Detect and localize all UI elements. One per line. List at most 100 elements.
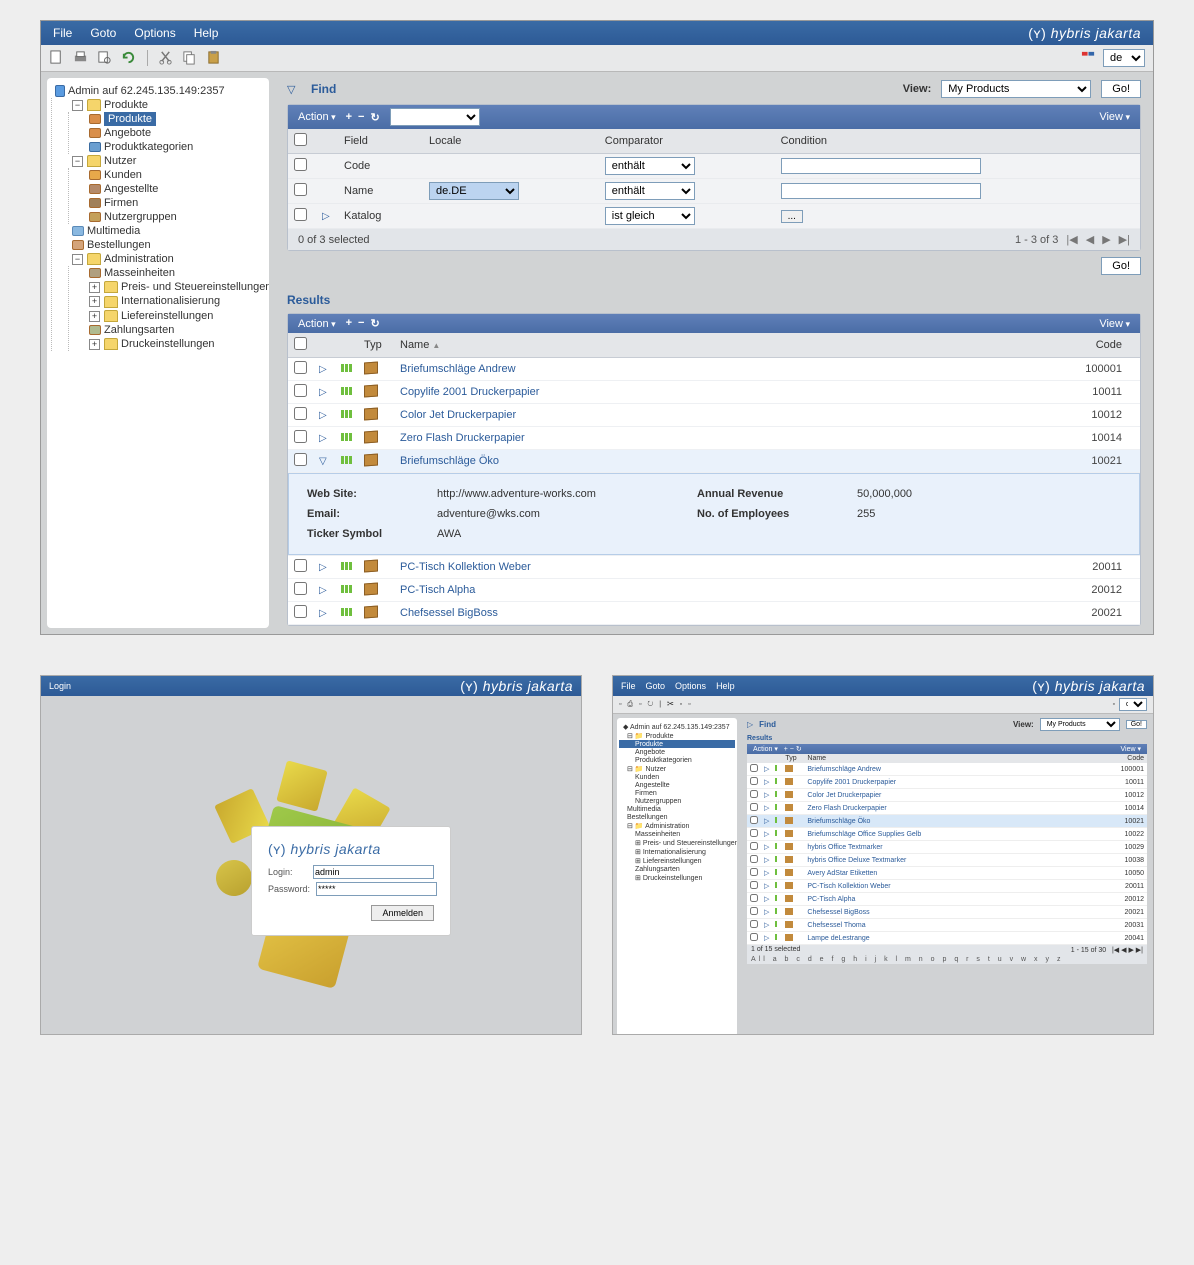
expand-icon[interactable]: ▷ xyxy=(319,364,329,375)
action-menu[interactable]: Action ▾ + − ↻ xyxy=(753,745,802,753)
refresh-icon[interactable] xyxy=(121,50,137,66)
tree-admin[interactable]: ⊟ 📁 Administration xyxy=(619,821,735,830)
locale-select[interactable]: de xyxy=(1103,49,1145,67)
collapse-toggle[interactable]: − xyxy=(72,254,83,265)
result-link[interactable]: Zero Flash Druckerpapier xyxy=(400,432,525,444)
last-page-icon[interactable]: ▶| xyxy=(1119,233,1130,246)
login-input[interactable] xyxy=(313,865,434,879)
tree-item[interactable]: Bestellungen xyxy=(619,813,735,821)
paste-icon[interactable] xyxy=(206,50,222,66)
tree-item[interactable]: Nutzergruppen xyxy=(619,797,735,805)
expand-icon[interactable]: ▷ xyxy=(319,387,329,398)
tree-produkte-sel[interactable]: Produkte xyxy=(619,740,735,748)
result-link[interactable]: Chefsessel Thoma xyxy=(804,919,1107,932)
tree-item[interactable]: Produktkategorien xyxy=(619,756,735,764)
add-row-icon[interactable]: + xyxy=(346,317,352,330)
menu-options[interactable]: Options xyxy=(134,26,175,40)
row-checkbox[interactable] xyxy=(294,384,307,397)
result-link[interactable]: Briefumschläge Andrew xyxy=(400,363,516,375)
cut-icon[interactable] xyxy=(158,50,174,66)
result-link[interactable]: PC-Tisch Alpha xyxy=(804,893,1107,906)
row-checkbox[interactable] xyxy=(294,183,307,196)
condition-input[interactable] xyxy=(781,183,981,199)
comparator-select[interactable]: enthält xyxy=(605,157,695,175)
result-link[interactable]: Copylife 2001 Druckerpapier xyxy=(804,776,1107,789)
row-checkbox[interactable] xyxy=(294,430,307,443)
tree-angestellte[interactable]: Angestellte xyxy=(104,183,158,195)
expand-icon[interactable]: ▷ xyxy=(761,906,772,919)
select-all-checkbox[interactable] xyxy=(294,133,307,146)
row-checkbox[interactable] xyxy=(750,855,758,863)
tree-produkte[interactable]: ⊟ 📁 Produkte xyxy=(619,731,735,740)
row-checkbox[interactable] xyxy=(750,933,758,941)
go-button[interactable]: Go! xyxy=(1126,720,1147,729)
row-checkbox[interactable] xyxy=(750,842,758,850)
alphabet-filter[interactable]: All a b c d e f g h i j k l m n o p q r … xyxy=(747,955,1147,964)
row-checkbox[interactable] xyxy=(750,790,758,798)
tree-produkte[interactable]: Produkte xyxy=(104,99,148,111)
condition-input[interactable] xyxy=(781,158,981,174)
expand-icon[interactable]: ▷ xyxy=(761,776,772,789)
collapse-icon[interactable]: ▽ xyxy=(319,456,329,467)
action-menu[interactable]: Action xyxy=(298,111,336,123)
tree-masseinheiten[interactable]: Masseinheiten xyxy=(104,267,175,279)
tree-item[interactable]: ⊞ Druckeinstellungen xyxy=(619,873,735,882)
expand-toggle[interactable]: + xyxy=(89,311,100,322)
menu-help[interactable]: Help xyxy=(194,26,219,40)
row-checkbox[interactable] xyxy=(750,868,758,876)
row-checkbox[interactable] xyxy=(750,920,758,928)
menu-goto[interactable]: Goto xyxy=(646,681,666,691)
tree-liefer[interactable]: Liefereinstellungen xyxy=(121,310,213,322)
result-link[interactable]: Chefsessel BigBoss xyxy=(804,906,1107,919)
login-button[interactable]: Anmelden xyxy=(371,905,434,921)
remove-row-icon[interactable]: − xyxy=(358,317,364,330)
result-link[interactable]: PC-Tisch Alpha xyxy=(400,584,475,596)
tree-preise[interactable]: Preis- und Steuereinstellungen xyxy=(121,281,269,293)
row-checkbox[interactable] xyxy=(750,907,758,915)
expand-icon[interactable]: ▷ xyxy=(761,828,772,841)
expand-toggle[interactable]: + xyxy=(89,339,100,350)
col-name[interactable]: Name ▲ xyxy=(394,333,1060,358)
view-select[interactable]: My Products xyxy=(1040,718,1120,731)
remove-row-icon[interactable]: − xyxy=(358,111,364,124)
tree-druck[interactable]: Druckeinstellungen xyxy=(121,338,215,350)
tree-item[interactable]: ⊞ Internationalisierung xyxy=(619,847,735,856)
result-link[interactable]: Lampe deLestrange xyxy=(804,932,1107,945)
collapse-toggle[interactable]: − xyxy=(72,156,83,167)
toolbar-icons[interactable]: ▫ ⎙ ▫ ↻ | ✂ ▫ ▫ xyxy=(619,701,693,709)
expand-icon[interactable]: ▷ xyxy=(761,854,772,867)
refresh-rows-icon[interactable]: ↻ xyxy=(370,317,379,330)
tree-item[interactable]: Firmen xyxy=(619,789,735,797)
expand-icon[interactable]: ▷ xyxy=(761,789,772,802)
row-checkbox[interactable] xyxy=(294,453,307,466)
view-select[interactable]: My Products xyxy=(941,80,1091,98)
tree-administration[interactable]: Administration xyxy=(104,253,174,265)
row-checkbox[interactable] xyxy=(294,361,307,374)
row-checkbox[interactable] xyxy=(294,407,307,420)
result-link[interactable]: Zero Flash Druckerpapier xyxy=(804,802,1107,815)
browse-button[interactable]: ... xyxy=(781,210,803,223)
result-link[interactable]: Avery AdStar Etiketten xyxy=(804,867,1107,880)
locale-select[interactable]: de xyxy=(1119,698,1147,711)
row-checkbox[interactable] xyxy=(750,816,758,824)
tree-nutzer[interactable]: Nutzer xyxy=(104,155,136,167)
password-input[interactable] xyxy=(316,882,437,896)
find-type-select[interactable] xyxy=(390,108,480,126)
menu-goto[interactable]: Goto xyxy=(90,26,116,40)
tree-produkte-produkte[interactable]: Produkte xyxy=(104,112,156,126)
tree-produkte-angebote[interactable]: Angebote xyxy=(104,127,151,139)
results-action-menu[interactable]: Action xyxy=(298,318,336,330)
tree-item[interactable]: ⊞ Preis- und Steuereinstellungen xyxy=(619,838,735,847)
tree-item[interactable]: Angestellte xyxy=(619,781,735,789)
tree-item[interactable]: Masseinheiten xyxy=(619,830,735,838)
menu-options[interactable]: Options xyxy=(675,681,706,691)
tree-item[interactable]: Multimedia xyxy=(619,805,735,813)
comparator-select[interactable]: ist gleich xyxy=(605,207,695,225)
row-checkbox[interactable] xyxy=(750,894,758,902)
tree-kunden[interactable]: Kunden xyxy=(104,169,142,181)
expand-toggle[interactable]: + xyxy=(89,282,100,293)
tree-item[interactable]: Angebote xyxy=(619,748,735,756)
result-link[interactable]: Briefumschläge Öko xyxy=(400,455,499,467)
row-checkbox[interactable] xyxy=(750,803,758,811)
result-link[interactable]: Color Jet Druckerpapier xyxy=(804,789,1107,802)
